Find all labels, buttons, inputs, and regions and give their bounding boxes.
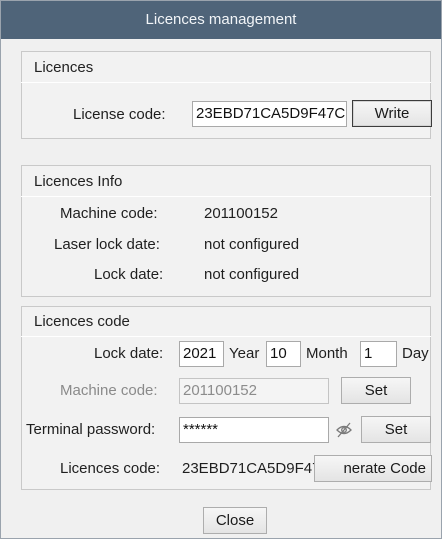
month-label: Month (306, 345, 348, 362)
generate-code-button[interactable]: nerate Code (314, 455, 432, 482)
licences-heading: Licences (34, 59, 94, 76)
write-button[interactable]: Write (352, 100, 432, 127)
lock-date-value: not configured (204, 266, 300, 283)
close-button[interactable]: Close (203, 507, 267, 534)
license-code-input[interactable]: 23EBD71CA5D9F47C (192, 101, 347, 127)
licences-code-label: Licences code: (60, 460, 161, 477)
window-title: Licences management (1, 1, 441, 39)
year-input[interactable]: 2021 (179, 341, 224, 367)
machine-code-label: Machine code: (60, 205, 158, 222)
eye-slash-icon[interactable] (335, 421, 353, 443)
month-input[interactable]: 10 (266, 341, 301, 367)
day-input[interactable]: 1 (360, 341, 397, 367)
generate-machine-code-input[interactable]: 201100152 (179, 378, 329, 404)
laser-lock-date-value: not configured (204, 236, 300, 253)
machine-code-value: 201100152 (204, 205, 278, 222)
lock-date-label: Lock date: (94, 266, 164, 283)
license-code-label: License code: (73, 106, 166, 123)
terminal-password-input[interactable]: ****** (179, 417, 329, 443)
lock-date-input-label: Lock date: (94, 345, 164, 362)
licences-code-value: 23EBD71CA5D9F47C (182, 460, 332, 477)
divider (21, 336, 431, 337)
licences-code-heading: Licences code (34, 313, 130, 330)
divider (21, 82, 431, 83)
licences-info-heading: Licences Info (34, 173, 123, 190)
laser-lock-date-label: Laser lock date: (54, 236, 160, 253)
year-label: Year (229, 345, 260, 362)
generate-machine-code-label: Machine code: (60, 382, 158, 399)
machine-code-set-button[interactable]: Set (341, 377, 411, 404)
day-label: Day (402, 345, 429, 362)
terminal-password-label: Terminal password: (26, 421, 156, 438)
licences-management-dialog: Licences management Licences License cod… (0, 0, 442, 539)
divider (21, 196, 431, 197)
terminal-password-set-button[interactable]: Set (361, 416, 431, 443)
